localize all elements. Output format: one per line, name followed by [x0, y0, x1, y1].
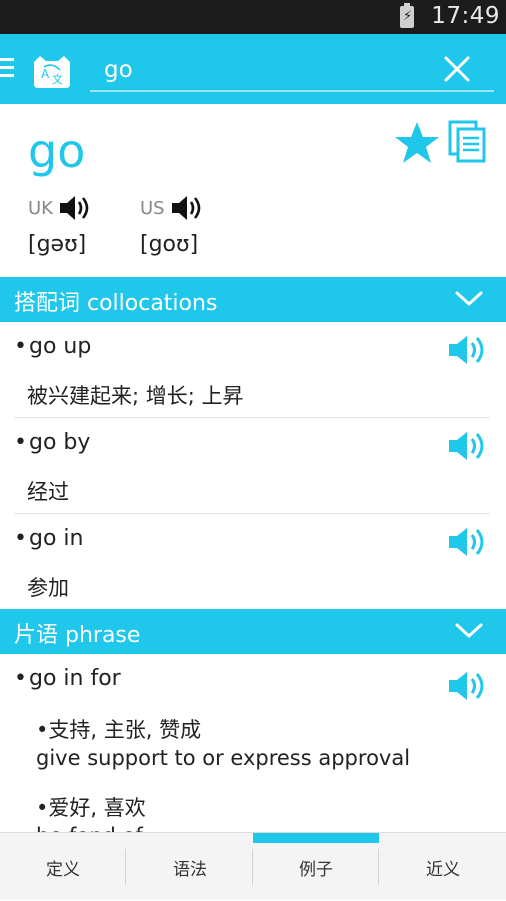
battery-charging-icon: ⚡: [400, 3, 414, 28]
app-logo-icon[interactable]: A 文: [30, 54, 74, 90]
collocations-header[interactable]: 搭配词 collocations: [0, 277, 506, 322]
menu-icon[interactable]: [0, 58, 14, 78]
app-toolbar: A 文: [0, 34, 506, 104]
status-bar: ⚡ 17:49: [0, 0, 506, 34]
collocation-meaning: 参加: [27, 576, 69, 600]
speaker-icon[interactable]: [447, 428, 487, 464]
phrase-title: 片语 phrase: [14, 623, 141, 648]
collocation-meaning: 被兴建起来; 增长; 上昇: [27, 384, 244, 408]
tab-definition[interactable]: 定义: [0, 833, 126, 901]
search-input[interactable]: [104, 52, 424, 88]
phrase-sense-cn: •支持, 主张, 赞成: [36, 718, 202, 742]
uk-ipa: [gəʊ]: [28, 232, 87, 257]
collocation-meaning: 经过: [27, 480, 69, 504]
speaker-uk-icon[interactable]: [58, 192, 92, 224]
collocations-title: 搭配词 collocations: [14, 291, 218, 316]
phrase-sense-en: give support to or express approval: [36, 746, 411, 770]
us-label: US: [140, 198, 165, 219]
close-icon[interactable]: [442, 54, 472, 84]
collocation-word: go in: [29, 526, 84, 551]
collocation-word: go up: [29, 334, 92, 359]
phrase-sense-cn: •爱好, 喜欢: [36, 796, 146, 820]
chevron-down-icon[interactable]: [454, 289, 484, 309]
collocation-word: go by: [29, 430, 91, 455]
us-ipa: [goʊ]: [140, 232, 199, 257]
headword: go: [28, 124, 86, 178]
tab-examples[interactable]: 例子: [253, 833, 379, 901]
bottom-nav: 定义 语法 例子 近义: [0, 832, 506, 900]
speaker-icon[interactable]: [447, 524, 487, 560]
chevron-down-icon[interactable]: [454, 621, 484, 641]
collocation-item[interactable]: • go by 经过: [0, 418, 506, 513]
phrase-header[interactable]: 片语 phrase: [0, 609, 506, 654]
status-time: 17:49: [431, 3, 500, 29]
uk-label: UK: [28, 198, 53, 219]
phrase-item[interactable]: • go in for •支持, 主张, 赞成 give support to …: [0, 654, 506, 832]
svg-text:文: 文: [52, 72, 63, 86]
search-box[interactable]: [90, 48, 494, 92]
speaker-icon[interactable]: [447, 332, 487, 368]
copy-icon[interactable]: [448, 120, 488, 164]
speaker-icon[interactable]: [447, 668, 487, 704]
tab-grammar[interactable]: 语法: [127, 833, 253, 901]
active-tab-indicator: [253, 833, 379, 843]
collocation-item[interactable]: • go up 被兴建起来; 增长; 上昇: [0, 322, 506, 417]
star-favorite-icon[interactable]: [394, 120, 440, 166]
speaker-us-icon[interactable]: [170, 192, 204, 224]
phrase-word: go in for: [29, 666, 121, 691]
collocation-item[interactable]: • go in 参加: [0, 514, 506, 609]
tab-synonyms[interactable]: 近义: [380, 833, 506, 901]
phrase-sense-en: be fond of: [36, 824, 143, 832]
svg-text:A: A: [41, 67, 50, 81]
